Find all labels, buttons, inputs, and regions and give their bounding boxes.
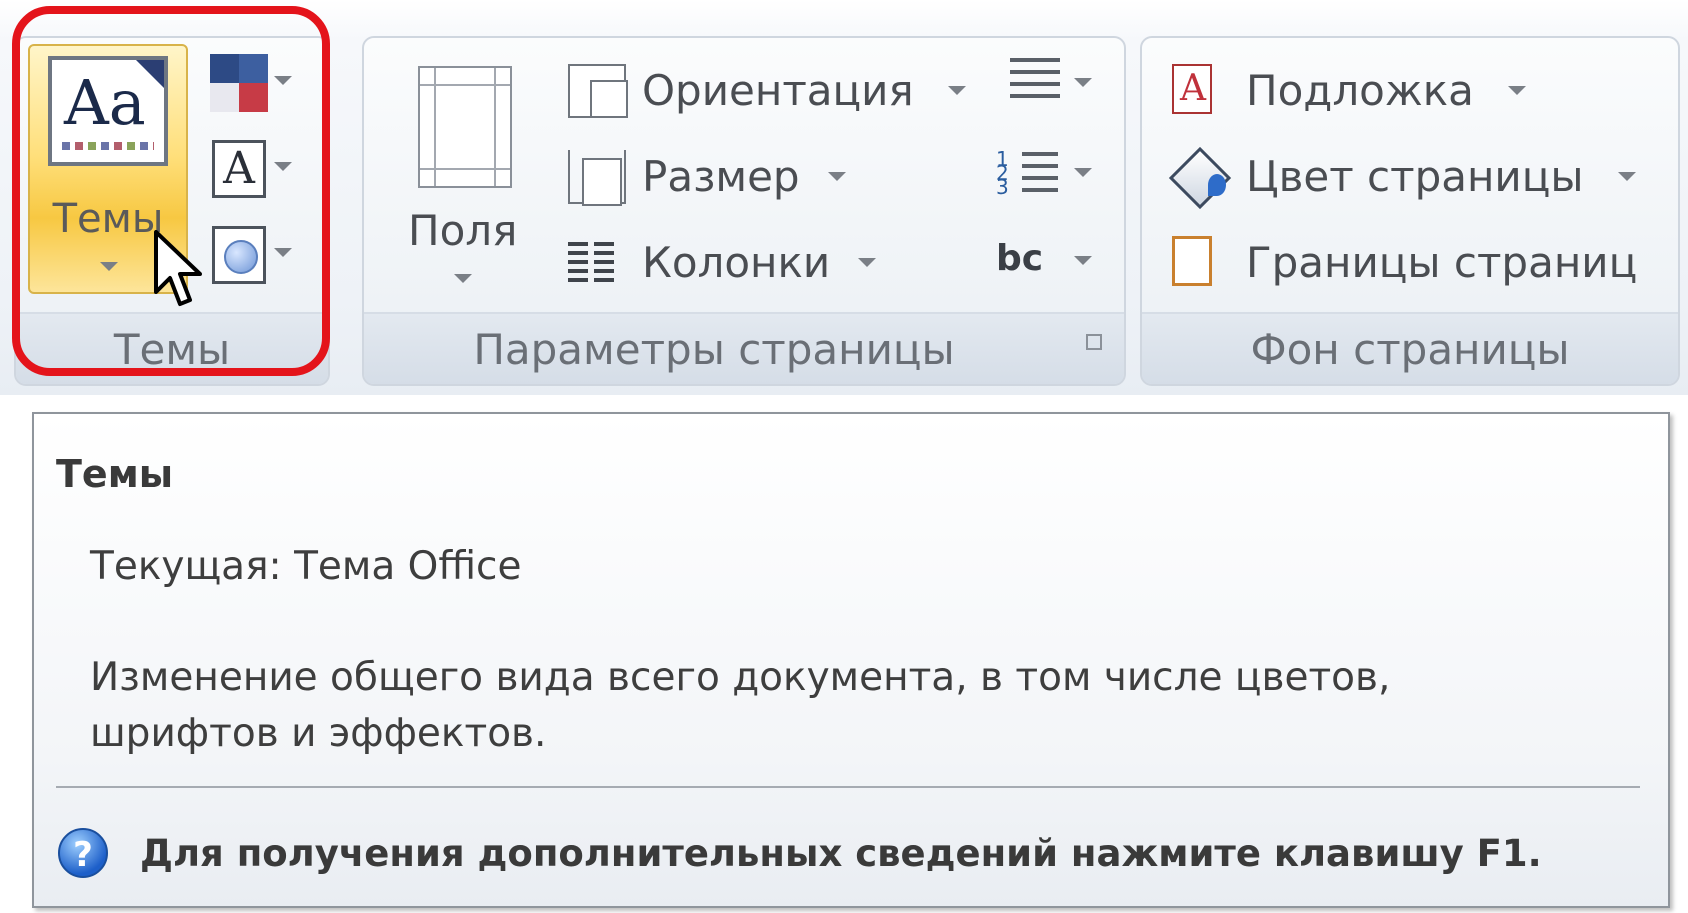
page-setup-group-label: Параметры страницы — [473, 325, 955, 374]
theme-fonts-button[interactable]: A — [200, 134, 292, 204]
tooltip: Темы Текущая: Тема Office Изменение обще… — [32, 412, 1670, 908]
line-numbers-icon: 1 2 3 — [996, 147, 1009, 199]
theme-colors-button[interactable] — [200, 48, 292, 118]
themes-group-footer: Темы — [16, 312, 328, 384]
margins-icon — [418, 66, 512, 188]
line-numbers-lines-icon — [1022, 152, 1058, 192]
chevron-down-icon — [274, 248, 292, 257]
tooltip-current-theme: Текущая: Тема Office — [90, 544, 522, 589]
page-borders-label: Границы страниц — [1246, 238, 1638, 287]
columns-button[interactable]: Колонки — [568, 228, 888, 298]
breaks-button[interactable] — [996, 52, 1096, 108]
mouse-cursor-icon — [154, 230, 202, 306]
chevron-down-icon — [1618, 172, 1636, 181]
chevron-down-icon — [274, 76, 292, 85]
size-button[interactable]: Размер — [568, 142, 868, 212]
page-color-label: Цвет страницы — [1246, 152, 1584, 201]
page-borders-button[interactable]: Границы страниц — [1172, 228, 1672, 298]
page-background-group-footer: Фон страницы — [1142, 312, 1678, 384]
help-icon: ? — [58, 828, 108, 878]
orientation-icon — [568, 64, 628, 118]
theme-fonts-icon: A — [212, 140, 266, 198]
tooltip-description: Изменение общего вида всего документа, в… — [90, 655, 1391, 756]
tooltip-divider — [56, 786, 1640, 788]
chevron-down-icon — [100, 262, 118, 271]
breaks-icon — [1010, 58, 1060, 104]
watermark-icon — [1172, 64, 1212, 114]
size-icon — [568, 150, 626, 206]
watermark-button[interactable]: Подложка — [1172, 56, 1532, 126]
margins-button[interactable]: Поля — [374, 46, 554, 296]
themes-group-label: Темы — [113, 325, 231, 374]
themes-icon-corner — [136, 60, 164, 88]
hyphenation-button[interactable]: bc — [996, 230, 1096, 286]
chevron-down-icon — [1508, 86, 1526, 95]
chevron-down-icon — [1074, 78, 1092, 87]
hyphenation-icon: bc — [996, 238, 1044, 279]
themes-icon-palette — [62, 142, 154, 150]
orientation-label: Ориентация — [642, 66, 914, 115]
columns-icon — [568, 242, 614, 282]
chevron-down-icon — [274, 162, 292, 171]
size-label: Размер — [642, 152, 800, 201]
chevron-down-icon — [454, 274, 472, 283]
theme-effects-icon — [212, 226, 266, 284]
tooltip-title: Темы — [56, 452, 174, 496]
chevron-down-icon — [1074, 168, 1092, 177]
themes-icon-text: Aa — [64, 66, 146, 139]
page-color-button[interactable]: Цвет страницы — [1172, 142, 1652, 212]
theme-colors-icon — [210, 54, 268, 112]
ribbon: Темы Aa Темы A Параметры страницы Поля О… — [0, 0, 1688, 395]
themes-icon: Aa — [48, 56, 168, 166]
page-background-group-label: Фон страницы — [1250, 325, 1570, 374]
line-numbers-button[interactable]: 1 2 3 — [996, 142, 1096, 198]
chevron-down-icon — [858, 258, 876, 267]
margins-label: Поля — [408, 206, 518, 255]
orientation-button[interactable]: Ориентация — [568, 56, 968, 126]
columns-label: Колонки — [642, 238, 831, 287]
page-color-icon — [1172, 150, 1232, 204]
theme-effects-button[interactable] — [200, 220, 292, 290]
watermark-label: Подложка — [1246, 66, 1474, 115]
page-setup-group-footer: Параметры страницы — [364, 312, 1124, 384]
chevron-down-icon — [1074, 256, 1092, 265]
page-borders-icon — [1172, 236, 1212, 286]
chevron-down-icon — [828, 172, 846, 181]
tooltip-help-text: Для получения дополнительных сведений на… — [140, 832, 1542, 875]
dialog-launcher-icon[interactable] — [1086, 334, 1102, 350]
chevron-down-icon — [948, 86, 966, 95]
